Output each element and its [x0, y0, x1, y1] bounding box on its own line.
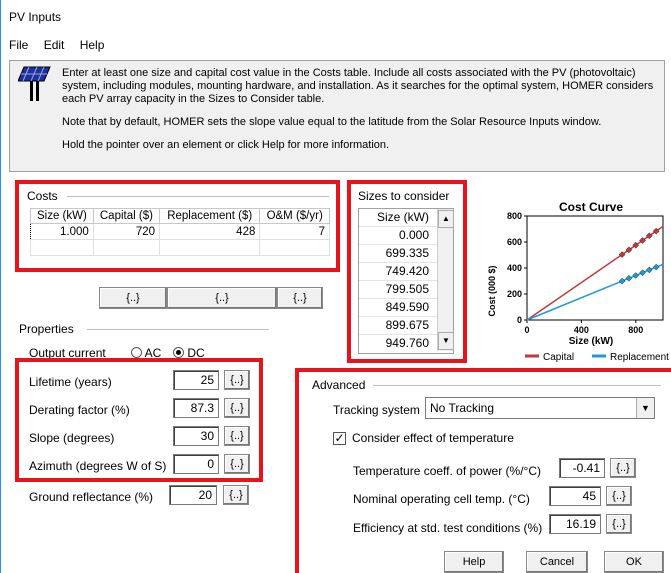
cost-curve-chart: Cost Curve Cost (000 $) Size (kW) 0 200 40…: [487, 200, 669, 363]
properties-highlight: [15, 358, 263, 482]
info-box: Enter at least one size and capital cost…: [9, 60, 665, 172]
y-tick-label: 0: [517, 315, 522, 325]
data-point-replacement: [625, 274, 633, 282]
info-paragraph-3: Hold the pointer over an element or clic…: [62, 139, 390, 151]
data-point-replacement: [632, 272, 640, 279]
cancel-button[interactable]: Cancel: [526, 551, 588, 573]
window-title: PV Inputs: [9, 10, 62, 24]
sizes-highlight: [347, 180, 467, 363]
replacement-sensitivity-button[interactable]: {..}: [167, 287, 277, 309]
ac-radio[interactable]: [131, 347, 142, 358]
capital-sensitivity-button[interactable]: {..}: [99, 287, 167, 309]
data-point-replacement: [646, 266, 653, 274]
info-paragraph-2: Note that by default, HOMER sets the slo…: [62, 116, 602, 128]
info-paragraph-1: Enter at least one size and capital cost…: [62, 67, 654, 105]
ground-reflectance-input[interactable]: 20: [169, 485, 217, 505]
data-point-replacement: [618, 277, 626, 285]
x-tick-label: 0: [524, 325, 529, 335]
data-point-replacement: [639, 269, 646, 277]
data-point-replacement: [652, 263, 660, 271]
y-tick-label: 800: [507, 211, 522, 221]
dc-radio[interactable]: [173, 347, 184, 358]
costs-highlight: [15, 180, 340, 272]
chart-ylabel: Cost (000 $): [487, 265, 497, 316]
pv-inputs-window: PV Inputs File Edit Help Enter at least …: [0, 0, 671, 573]
properties-group-label: Properties: [19, 322, 74, 336]
chart-title: Cost Curve: [559, 200, 623, 214]
advanced-highlight: [295, 368, 671, 573]
menu-edit[interactable]: Edit: [44, 38, 65, 52]
y-tick-label: 400: [507, 263, 522, 273]
menu-file[interactable]: File: [9, 38, 28, 52]
x-tick-label: 400: [574, 325, 589, 335]
ok-button[interactable]: OK: [604, 551, 664, 573]
y-tick-label: 200: [507, 289, 522, 299]
x-tick-label: 800: [628, 325, 643, 335]
menu-bar: File Edit Help: [9, 38, 116, 52]
menu-help[interactable]: Help: [80, 38, 105, 52]
om-sensitivity-button[interactable]: {..}: [277, 287, 323, 309]
chart-xlabel: Size (kW): [569, 336, 613, 347]
ground-reflectance-sensitivity-button[interactable]: {..}: [223, 485, 249, 505]
legend-replacement: Replacement: [610, 352, 669, 363]
chart-legend: Capital Replacement: [525, 352, 669, 363]
y-tick-label: 600: [507, 237, 522, 247]
help-button[interactable]: Help: [444, 551, 504, 573]
chart-plot-area: [526, 215, 664, 321]
solar-panel-icon: [18, 66, 51, 101]
legend-capital: Capital: [543, 352, 574, 363]
properties-group-line: [87, 329, 269, 330]
ground-reflectance-label: Ground reflectance (%): [29, 490, 154, 504]
